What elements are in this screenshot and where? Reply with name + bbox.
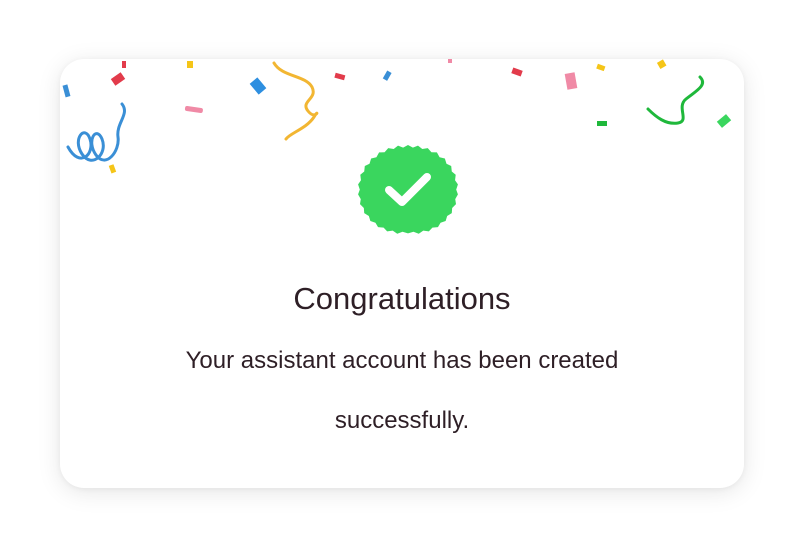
dialog-title: Congratulations	[293, 281, 511, 316]
page-background: Congratulations Your assistant account h…	[0, 0, 804, 548]
success-dialog: Congratulations Your assistant account h…	[60, 59, 744, 488]
verified-check-badge-icon	[358, 145, 458, 234]
dialog-message: Your assistant account has been created …	[185, 347, 619, 434]
